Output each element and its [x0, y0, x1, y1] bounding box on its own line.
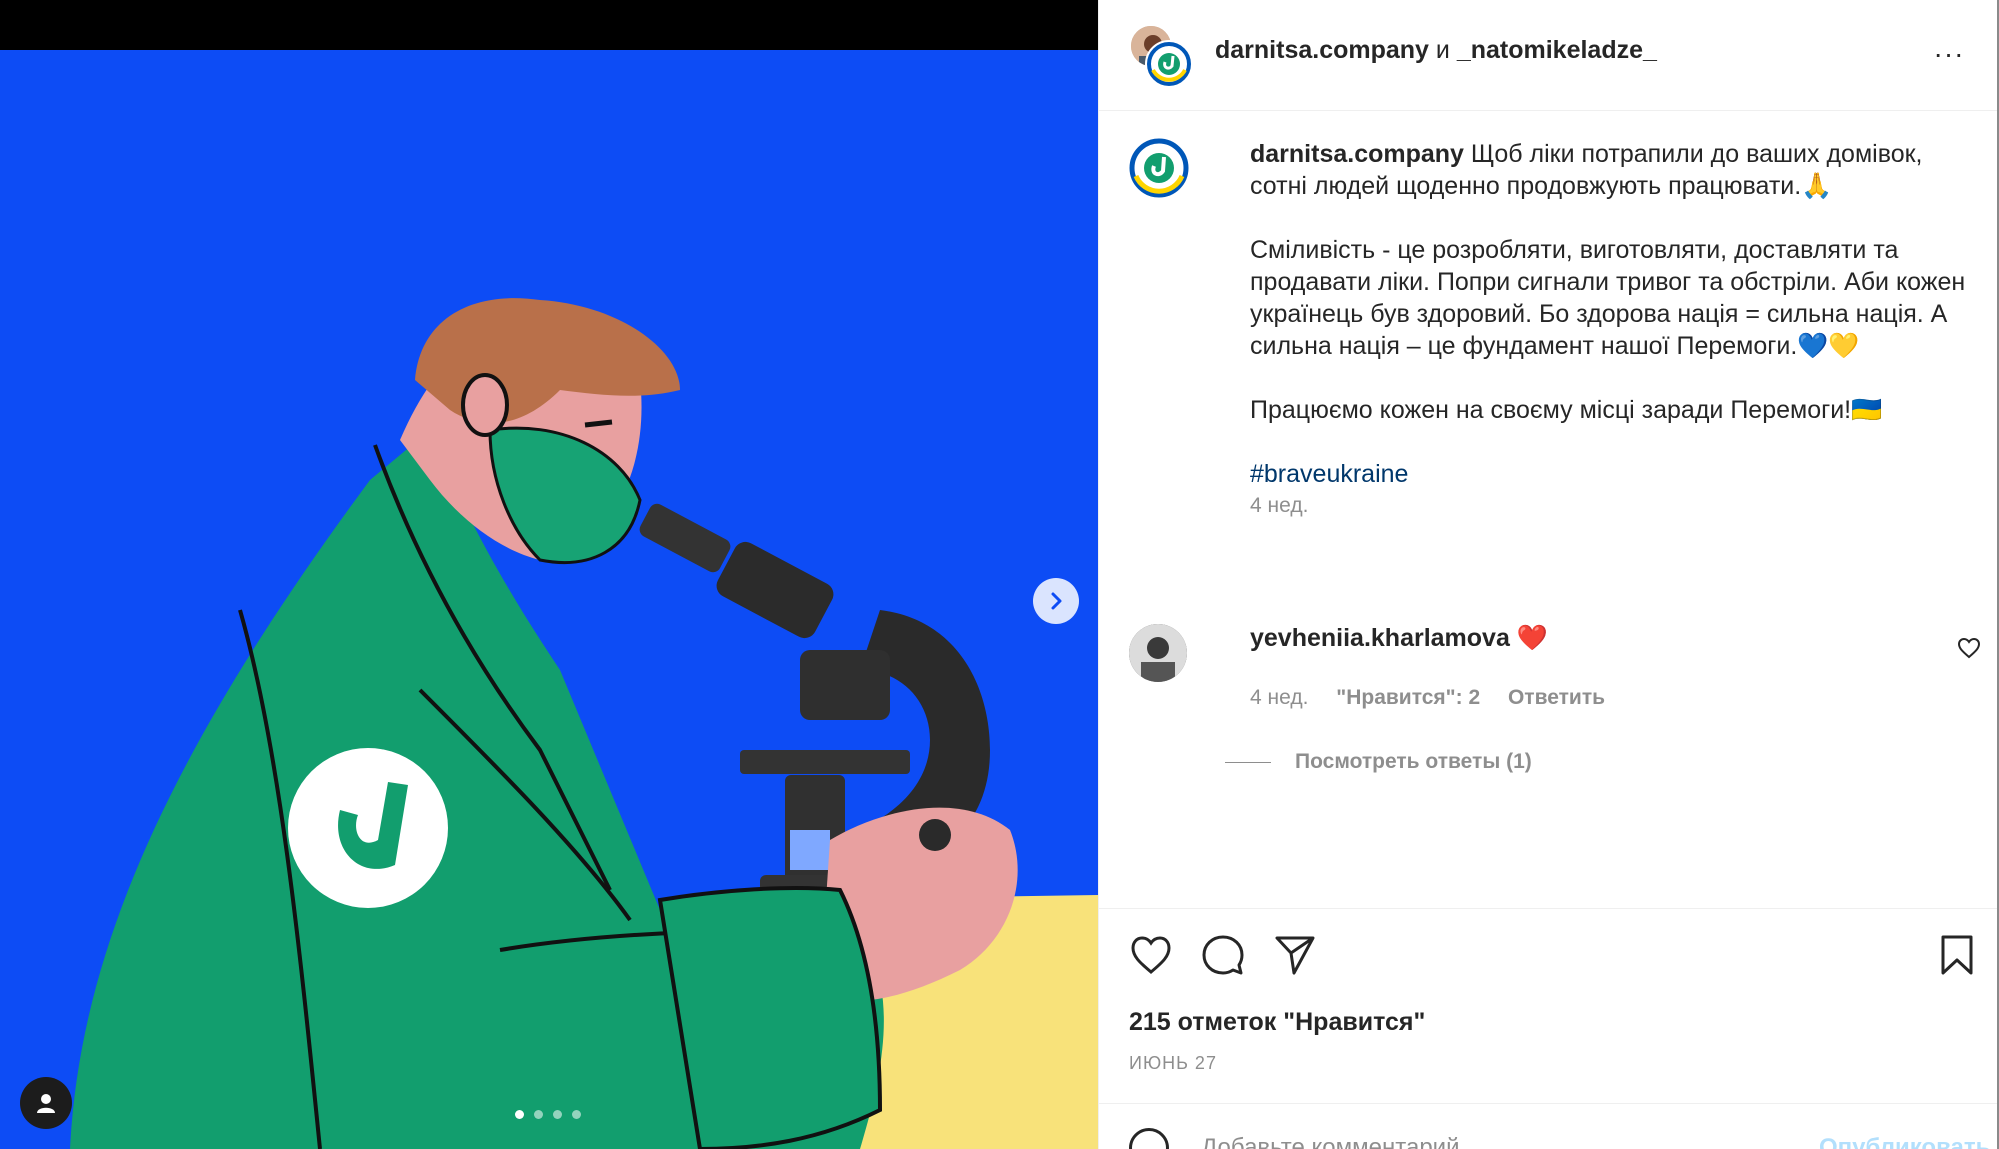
slide-indicator: [515, 1110, 581, 1119]
author-separator: и: [1435, 36, 1450, 64]
likes-count[interactable]: 215 отметок "Нравится": [1129, 1008, 1425, 1037]
post-actions: [1129, 933, 1979, 981]
post-illustration: [0, 50, 1098, 1149]
heart-icon[interactable]: [1129, 933, 1173, 977]
replies-line: [1225, 761, 1271, 763]
publish-button[interactable]: Опубликовать: [1819, 1134, 1990, 1149]
comment-divider: [1099, 1103, 1999, 1104]
view-replies-label: Посмотреть ответы (1): [1295, 750, 1532, 773]
author-username[interactable]: darnitsa.company: [1215, 36, 1429, 64]
add-comment-bar: Опубликовать: [1129, 1128, 1990, 1149]
comment-input[interactable]: [1201, 1130, 1761, 1149]
comment-body: yevheniia.kharlamova ❤️: [1250, 624, 1548, 653]
actions-divider: [1099, 908, 1999, 909]
author-avatar: [1145, 40, 1193, 88]
reply-button[interactable]: Ответить: [1508, 686, 1605, 709]
slide-dot: [553, 1110, 562, 1119]
comment-like-count[interactable]: "Нравится": 2: [1336, 686, 1480, 709]
collaborator-username[interactable]: _natomikeladze_: [1457, 36, 1657, 64]
comment-icon[interactable]: [1201, 933, 1245, 977]
post-header: darnitsa.company и _natomikeladze_ ···: [1099, 0, 1999, 111]
author-avatars[interactable]: [1129, 24, 1193, 88]
post-author-line: darnitsa.company и _natomikeladze_: [1215, 36, 1657, 65]
caption-paragraph-3: Працюємо кожен на своєму місці заради Пе…: [1250, 396, 1883, 424]
more-options-button[interactable]: ···: [1929, 38, 1969, 70]
comment-text: ❤️: [1516, 624, 1548, 652]
caption-body: darnitsa.company Щоб ліки потрапили до в…: [1250, 138, 1980, 522]
slide-dot: [515, 1110, 524, 1119]
post-side-panel: darnitsa.company и _natomikeladze_ ··· d…: [1098, 0, 1999, 1149]
post-date[interactable]: ИЮНЬ 27: [1129, 1053, 1217, 1074]
comment-heart-icon[interactable]: [1957, 636, 1981, 660]
caption-author-avatar[interactable]: [1129, 138, 1189, 198]
comment-meta: 4 нед. "Нравится": 2 Ответить: [1250, 686, 1627, 710]
next-slide-button[interactable]: [1033, 578, 1079, 624]
hashtag-link[interactable]: #braveukraine: [1250, 460, 1408, 488]
commenter-avatar[interactable]: [1129, 624, 1187, 682]
caption-username[interactable]: darnitsa.company: [1250, 140, 1464, 168]
post-media[interactable]: [0, 0, 1098, 1149]
emoji-icon[interactable]: [1129, 1128, 1169, 1149]
slide-dot: [534, 1110, 543, 1119]
slide-dot: [572, 1110, 581, 1119]
more-icon: ···: [1933, 38, 1965, 69]
send-icon[interactable]: [1273, 933, 1317, 977]
caption-timestamp[interactable]: 4 нед.: [1250, 490, 1980, 522]
user-tag-icon: [37, 1094, 55, 1113]
view-replies-button[interactable]: Посмотреть ответы (1): [1225, 750, 1532, 774]
commenter-username[interactable]: yevheniia.kharlamova: [1250, 624, 1510, 652]
bookmark-icon[interactable]: [1935, 933, 1979, 977]
tagged-users-button[interactable]: [20, 1077, 72, 1129]
chevron-right-icon: [1051, 592, 1062, 610]
comment-timestamp[interactable]: 4 нед.: [1250, 686, 1308, 709]
caption-paragraph-2: Сміливість - це розробляти, виготовляти,…: [1250, 236, 1966, 360]
